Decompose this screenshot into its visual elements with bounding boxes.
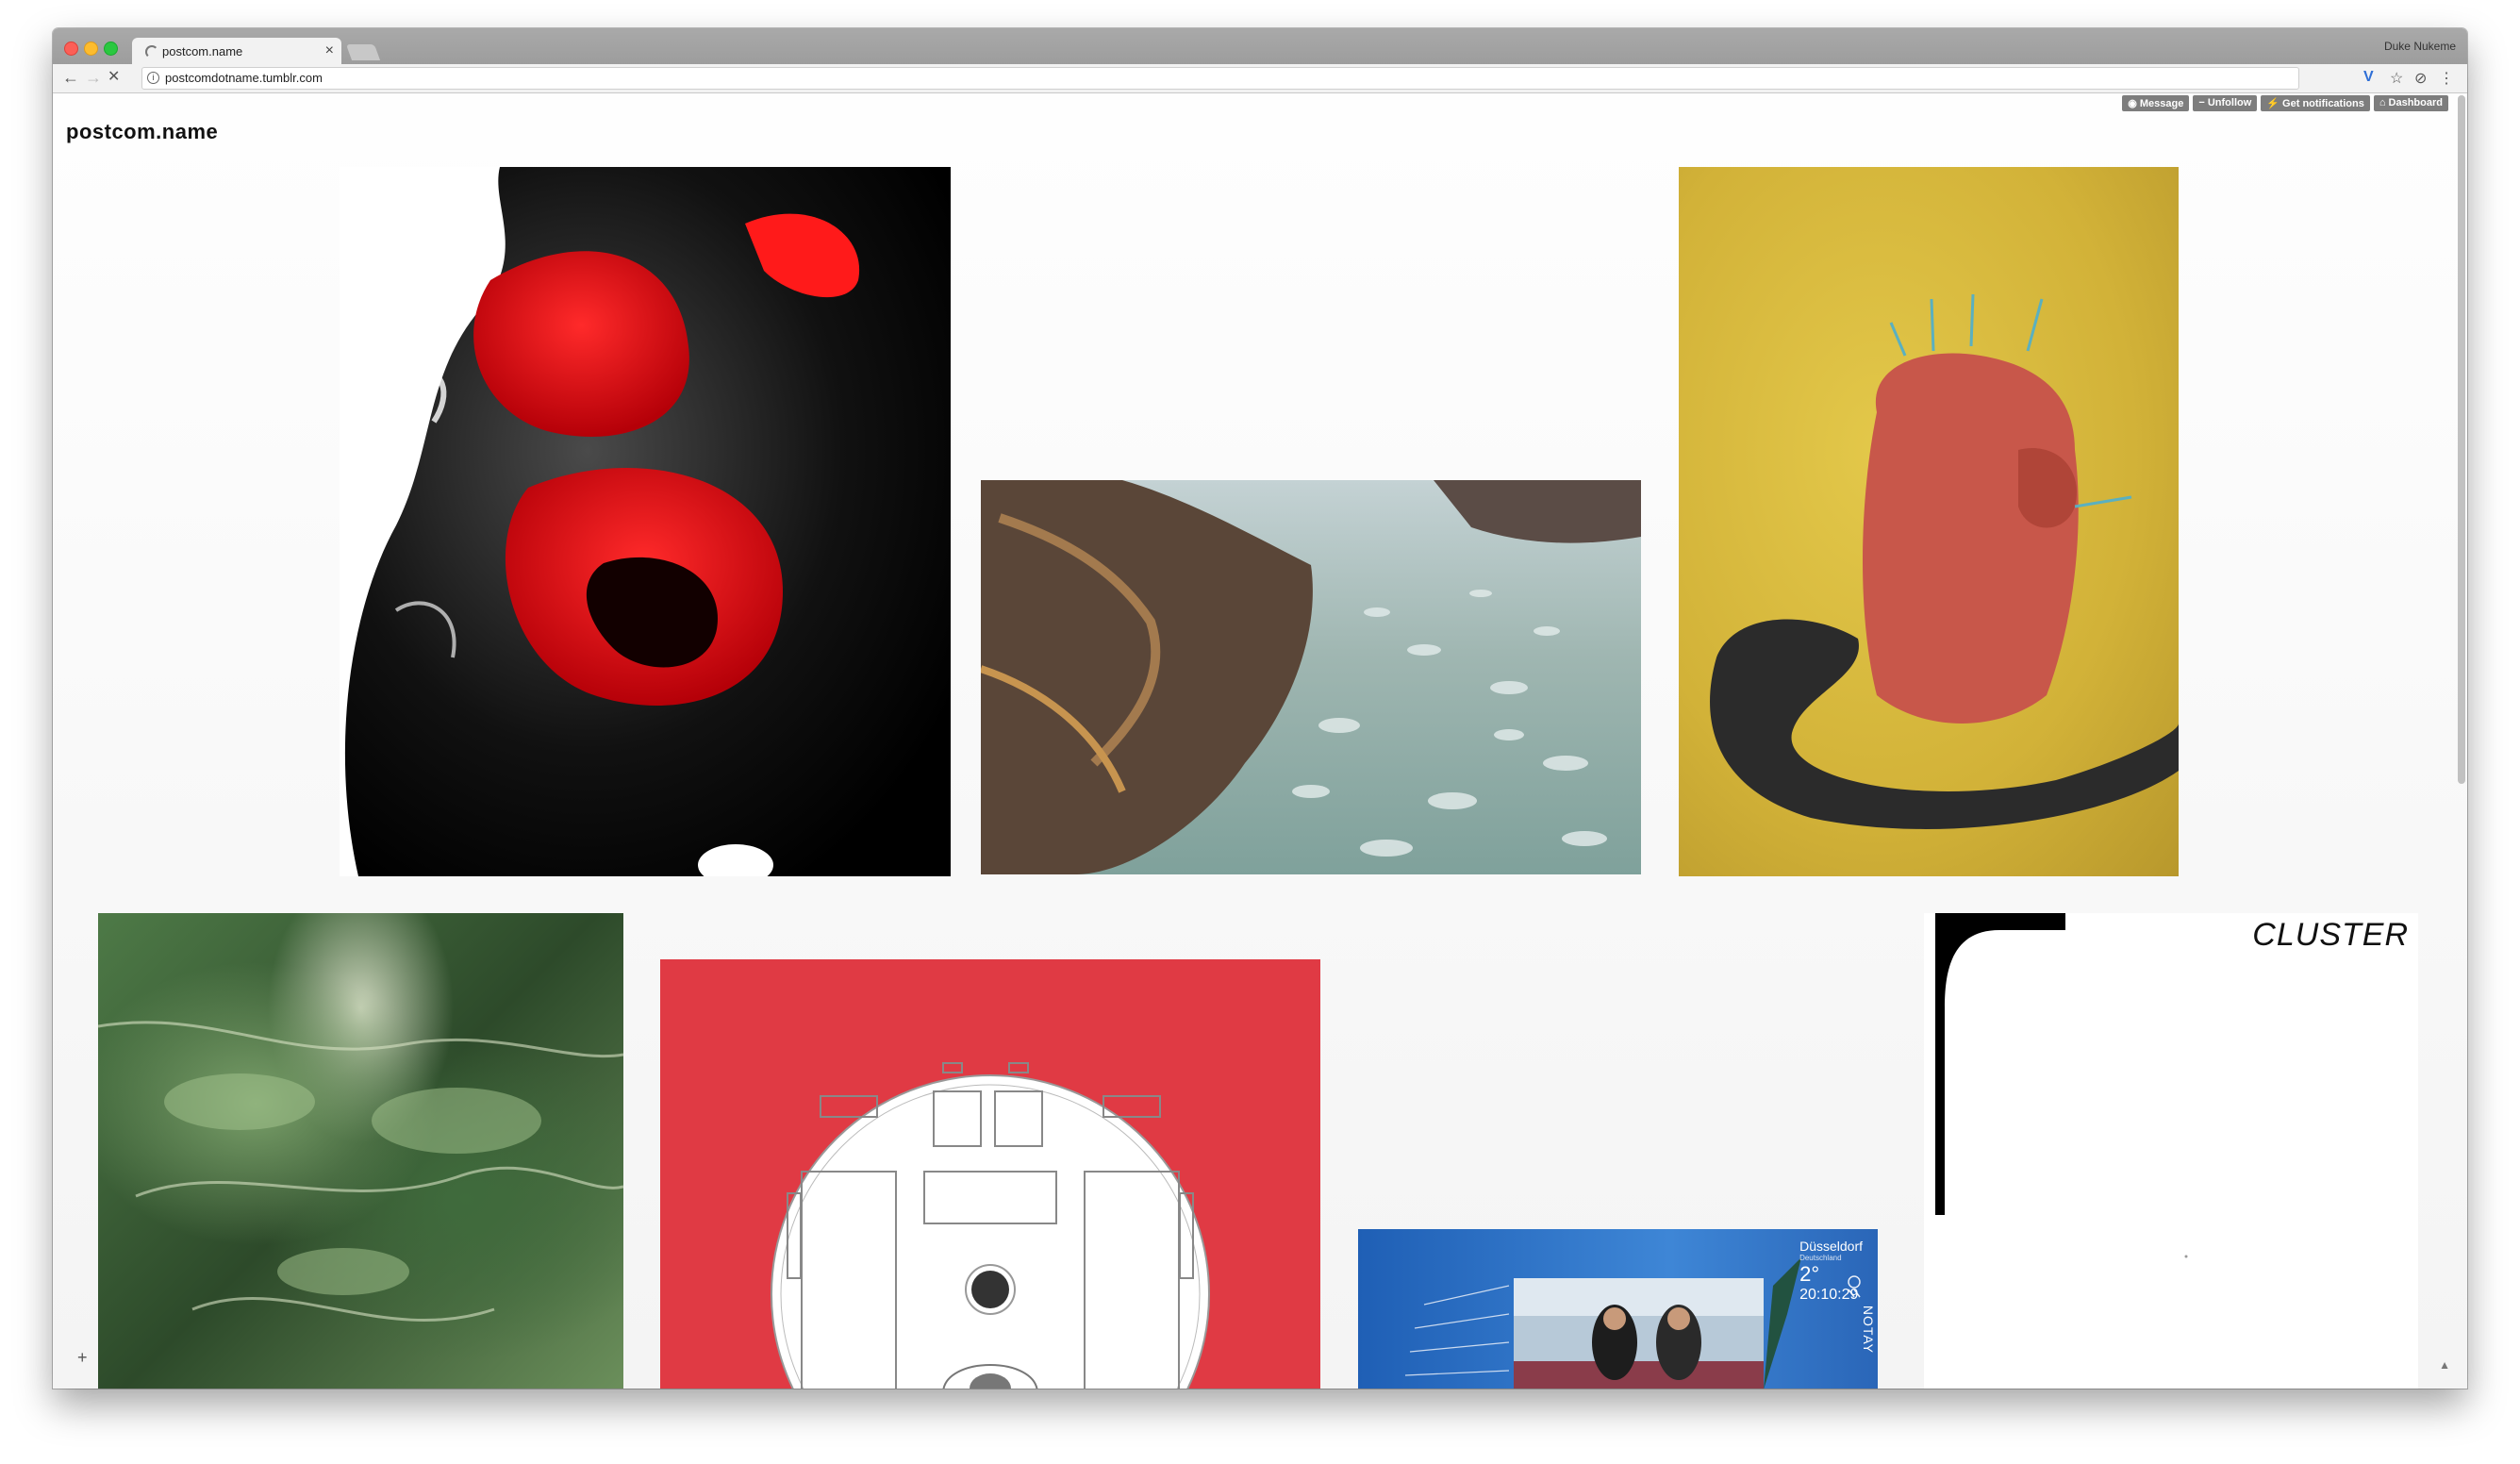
- green-marble-image: [98, 1021, 623, 1323]
- browser-window: postcom.name × Duke Nukeme ← → ✕ i postc…: [53, 28, 2467, 1389]
- forward-button[interactable]: →: [85, 68, 102, 87]
- message-button[interactable]: ◉ Message: [2122, 95, 2190, 111]
- weather-temp: 2°: [1799, 1262, 1820, 1286]
- page-viewport: ◉ Message − Unfollow ⚡ Get notifications…: [53, 93, 2467, 1389]
- browser-toolbar: ← → ✕ i postcomdotname.tumblr.com V ☆ ⊘ …: [53, 64, 2467, 93]
- dashboard-button[interactable]: ⌂ Dashboard: [2373, 95, 2448, 111]
- unfollow-label: Unfollow: [2207, 97, 2252, 108]
- site-info-icon[interactable]: i: [147, 72, 159, 84]
- dashboard-label: Dashboard: [2388, 97, 2443, 108]
- weather-city: Düsseldorf: [1799, 1239, 1863, 1254]
- tab-close-icon[interactable]: ×: [325, 42, 334, 59]
- glossy-sculpture-image: [344, 167, 951, 876]
- icescape-image: [981, 480, 1641, 874]
- extension-v-icon[interactable]: V: [2363, 69, 2374, 86]
- message-label: Message: [2139, 98, 2184, 109]
- post-image-1[interactable]: [340, 167, 951, 876]
- stop-loading-button[interactable]: ✕: [108, 68, 120, 87]
- blog-title[interactable]: postcom.name: [66, 120, 218, 144]
- disc-diagram-image: [771, 1062, 1210, 1389]
- loading-spinner-icon: [145, 45, 158, 58]
- weather-time: 20:10:29: [1799, 1287, 1859, 1303]
- scroll-up-icon[interactable]: ▲: [2439, 1358, 2450, 1372]
- bookmark-star-icon[interactable]: ☆: [2390, 69, 2403, 88]
- get-notifications-button[interactable]: ⚡ Get notifications: [2261, 95, 2370, 111]
- add-icon[interactable]: +: [77, 1348, 88, 1368]
- cluster-label: CLUSTER: [2252, 917, 2409, 953]
- extension-sync-icon[interactable]: ⊘: [2414, 69, 2427, 88]
- minimize-window-button[interactable]: [84, 42, 98, 56]
- browser-menu-icon[interactable]: ⋮: [2439, 69, 2454, 88]
- figure-snake-image: [1710, 293, 2179, 829]
- post-image-6[interactable]: Düsseldorf Deutschland 2° 20:10:29 NOTAY: [1358, 1229, 1878, 1389]
- post-image-5[interactable]: [660, 959, 1320, 1389]
- tab-strip: postcom.name × Duke Nukeme: [53, 28, 2467, 64]
- address-text[interactable]: postcomdotname.tumblr.com: [165, 71, 323, 85]
- back-button[interactable]: ←: [62, 68, 79, 87]
- post-image-3[interactable]: [1679, 167, 2179, 876]
- get-notifications-label: Get notifications: [2282, 98, 2364, 109]
- scrollbar[interactable]: [2458, 95, 2465, 784]
- post-image-4[interactable]: [98, 913, 623, 1389]
- post-image-7[interactable]: CLUSTER: [1924, 913, 2418, 1389]
- address-bar[interactable]: i postcomdotname.tumblr.com: [141, 67, 2299, 90]
- close-window-button[interactable]: [64, 42, 78, 56]
- weather-side-text: NOTAY: [1861, 1305, 1876, 1354]
- cluster-shape: [1935, 913, 2188, 1258]
- profile-name[interactable]: Duke Nukeme: [2384, 40, 2456, 53]
- new-tab-button[interactable]: [345, 44, 381, 60]
- post-image-2[interactable]: [981, 480, 1641, 874]
- browser-tab[interactable]: postcom.name ×: [132, 38, 341, 64]
- maximize-window-button[interactable]: [104, 42, 118, 56]
- tab-title: postcom.name: [162, 44, 243, 58]
- weather-region: Deutschland: [1799, 1254, 1842, 1262]
- weather-widget: Düsseldorf Deutschland 2° 20:10:29: [1799, 1239, 1863, 1304]
- unfollow-button[interactable]: − Unfollow: [2193, 95, 2258, 111]
- tumblr-controls: ◉ Message − Unfollow ⚡ Get notifications…: [2122, 95, 2448, 111]
